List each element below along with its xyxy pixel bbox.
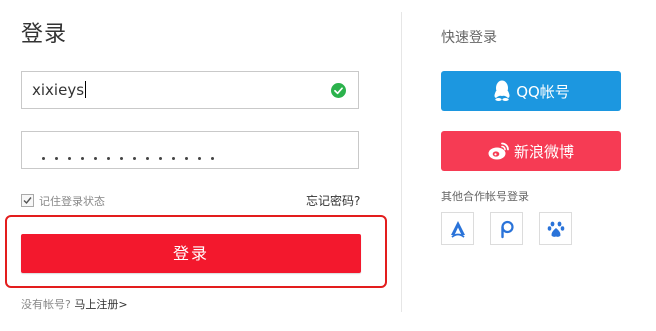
username-value: xixieys — [32, 81, 87, 99]
check-valid-icon — [331, 83, 346, 98]
remember-checkbox[interactable] — [21, 194, 34, 207]
login-button[interactable]: 登录 — [21, 234, 361, 273]
column-divider — [401, 12, 402, 312]
remember-me[interactable]: 记住登录状态 — [21, 193, 105, 209]
partner-a-icon — [450, 220, 465, 238]
password-dot — [42, 157, 45, 160]
checkmark-icon — [23, 197, 32, 205]
weibo-icon — [488, 142, 509, 160]
qq-login-button[interactable]: QQ帐号 — [441, 71, 621, 111]
password-field[interactable] — [21, 131, 359, 169]
password-dot — [133, 157, 136, 160]
password-dot — [185, 157, 188, 160]
password-dot — [198, 157, 201, 160]
register-link[interactable]: 马上注册> — [74, 298, 127, 311]
remember-label: 记住登录状态 — [39, 195, 105, 208]
password-dot — [146, 157, 149, 160]
partner-button-baidu[interactable] — [539, 212, 572, 245]
password-mask — [42, 145, 224, 164]
password-dot — [120, 157, 123, 160]
password-dot — [68, 157, 71, 160]
password-dot — [55, 157, 58, 160]
password-dot — [94, 157, 97, 160]
qq-penguin-icon — [494, 80, 510, 101]
password-dot — [81, 157, 84, 160]
quick-login-title: 快速登录 — [441, 30, 497, 46]
login-title: 登录 — [21, 22, 68, 47]
baidu-paw-icon — [547, 221, 564, 237]
password-dot — [172, 157, 175, 160]
weibo-login-button[interactable]: 新浪微博 — [441, 131, 621, 171]
weibo-login-label: 新浪微博 — [513, 142, 574, 161]
partner-p-icon — [500, 220, 514, 238]
no-account-label: 没有帐号? — [21, 298, 71, 311]
text-caret — [85, 81, 87, 98]
partner-login-title: 其他合作帐号登录 — [441, 190, 529, 203]
password-dot — [107, 157, 110, 160]
qq-login-label: QQ帐号 — [516, 82, 570, 101]
password-dot — [211, 157, 214, 160]
partner-button-a[interactable] — [441, 212, 474, 245]
register-prompt: 没有帐号? 马上注册> — [21, 296, 128, 312]
username-field[interactable]: xixieys — [21, 71, 359, 109]
partner-button-p[interactable] — [490, 212, 523, 245]
password-dot — [159, 157, 162, 160]
forgot-password-link[interactable]: 忘记密码? — [306, 192, 360, 209]
